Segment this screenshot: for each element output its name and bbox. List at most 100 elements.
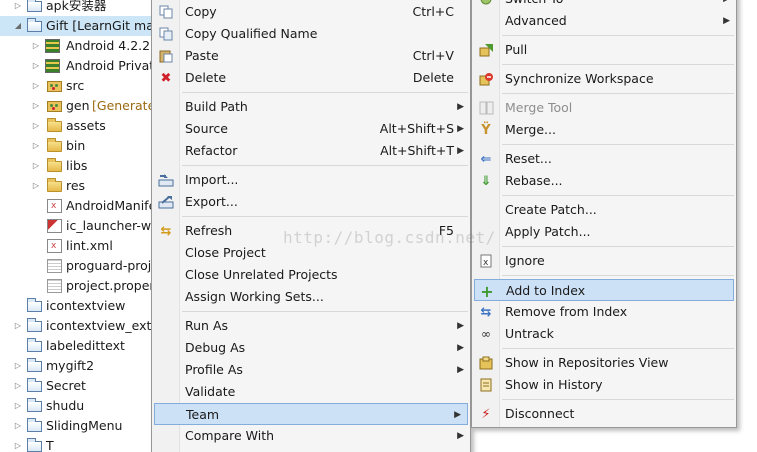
tree-item-label: labeledittext [46, 338, 125, 353]
submenu-arrow-icon: ▶ [457, 321, 464, 331]
tree-item-gift-project[interactable]: ◢ Gift [LearnGit mas [0, 16, 160, 36]
menu-item-apply-patch[interactable]: Apply Patch... [472, 221, 736, 243]
menu-item-create-patch[interactable]: Create Patch... [472, 199, 736, 221]
expand-arrow-icon[interactable]: ▷ [13, 436, 23, 452]
menu-item-run-as[interactable]: Run As ▶ [152, 315, 470, 337]
tree-item-res[interactable]: ▷ res [0, 176, 160, 196]
expand-arrow-icon[interactable]: ▷ [13, 396, 23, 416]
tree-item-icontextview-ext[interactable]: ▷ icontextview_ext [0, 316, 160, 336]
menu-item-add-to-index[interactable]: + Add to Index [474, 279, 734, 301]
menu-item-ignore[interactable]: x Ignore [472, 250, 736, 272]
menu-separator [182, 165, 468, 166]
menu-item-build-path[interactable]: Build Path ▶ [152, 96, 470, 118]
menu-separator [502, 246, 734, 247]
menu-item-merge-tool[interactable]: Merge Tool [472, 97, 736, 119]
tree-item-slidingmenu[interactable]: ▷ SlidingMenu [0, 416, 160, 436]
xml-file-icon [47, 236, 62, 256]
menu-item-show-in-history[interactable]: Show in History [472, 374, 736, 396]
menu-item-import[interactable]: Import... [152, 169, 470, 191]
expand-arrow-icon[interactable]: ▷ [13, 356, 23, 376]
tree-item-icontextview[interactable]: icontextview [0, 296, 160, 316]
context-menu: Copy Ctrl+C Copy Qualified Name Paste Ct… [151, 0, 471, 452]
expand-arrow-icon[interactable]: ▷ [13, 376, 23, 396]
tree-item-mygift2[interactable]: ▷ mygift2 [0, 356, 160, 376]
collapse-arrow-icon[interactable]: ◢ [13, 16, 23, 36]
tree-item-project-properties[interactable]: project.proper [0, 276, 160, 296]
tree-item-bin[interactable]: ▷ bin [0, 136, 160, 156]
expand-arrow-icon[interactable]: ▷ [31, 136, 41, 156]
repositories-icon [478, 356, 494, 371]
tree-item-label: res [66, 178, 86, 193]
menu-item-remove-from-index[interactable]: ⇆ Remove from Index [472, 301, 736, 323]
project-icon [27, 418, 42, 432]
menu-item-rebase[interactable]: ⇓ Rebase... [472, 170, 736, 192]
menu-item-delete[interactable]: ✖ Delete Delete [152, 67, 470, 89]
untrack-icon: ∞ [481, 327, 491, 341]
tree-item-lint-xml[interactable]: lint.xml [0, 236, 160, 256]
expand-arrow-icon[interactable]: ▷ [13, 416, 23, 436]
menu-item-reset[interactable]: ⇐ Reset... [472, 148, 736, 170]
submenu-arrow-icon: ▶ [457, 431, 464, 441]
tree-item-label: libs [66, 158, 88, 173]
project-icon [27, 338, 42, 352]
tree-item-assets[interactable]: ▷ assets [0, 116, 160, 136]
tree-item-t[interactable]: ▷ T [0, 436, 160, 452]
menu-item-copy[interactable]: Copy Ctrl+C [152, 1, 470, 23]
tree-item-android-lib[interactable]: ▷ Android 4.2.2 [0, 36, 160, 56]
source-folder-icon [47, 101, 62, 112]
merge-tool-icon [478, 101, 494, 116]
expand-arrow-icon[interactable]: ▷ [31, 36, 41, 56]
menu-item-source[interactable]: Source Alt+Shift+S ▶ [152, 118, 470, 140]
menu-separator [182, 311, 468, 312]
menu-item-team[interactable]: Team ▶ [154, 403, 468, 425]
menu-item-untrack[interactable]: ∞ Untrack [472, 323, 736, 345]
tree-item-secret[interactable]: ▷ Secret [0, 376, 160, 396]
menu-item-profile-as[interactable]: Profile As ▶ [152, 359, 470, 381]
expand-arrow-icon[interactable]: ▷ [31, 156, 41, 176]
expand-arrow-icon[interactable]: ▷ [31, 76, 41, 96]
expand-arrow-icon[interactable]: ▷ [31, 96, 41, 116]
expand-arrow-icon[interactable]: ▷ [31, 116, 41, 136]
tree-item-label: src [66, 78, 85, 93]
menu-item-disconnect[interactable]: ⚡ Disconnect [472, 403, 736, 425]
tree-item-label: Secret [46, 378, 86, 393]
menu-item-validate[interactable]: Validate [152, 381, 470, 403]
menu-item-export[interactable]: Export... [152, 191, 470, 213]
tree-item-labeledittext[interactable]: labeledittext [0, 336, 160, 356]
menu-item-pull[interactable]: Pull [472, 39, 736, 61]
pull-icon [478, 43, 494, 58]
menu-item-refactor[interactable]: Refactor Alt+Shift+T ▶ [152, 140, 470, 162]
tree-item-shudu[interactable]: ▷ shudu [0, 396, 160, 416]
submenu-arrow-icon: ▶ [457, 102, 464, 112]
expand-arrow-icon[interactable]: ▷ [31, 176, 41, 196]
tree-item-ic-launcher[interactable]: ic_launcher-we [0, 216, 160, 236]
tree-item-label: shudu [46, 398, 85, 413]
merge-icon: Ÿ [481, 123, 491, 138]
tree-item-android-manifest[interactable]: AndroidManife [0, 196, 160, 216]
menu-separator [502, 144, 734, 145]
menu-item-merge[interactable]: Ÿ Merge... [472, 119, 736, 141]
menu-item-close-unrelated-projects[interactable]: Close Unrelated Projects [152, 264, 470, 286]
menu-item-debug-as[interactable]: Debug As ▶ [152, 337, 470, 359]
tree-item-apk-installer[interactable]: ▷ apk安装器 [0, 0, 160, 16]
tree-item-proguard[interactable]: proguard-proj [0, 256, 160, 276]
expand-arrow-icon[interactable]: ▷ [13, 0, 23, 16]
expand-arrow-icon[interactable]: ▷ [31, 56, 41, 76]
expand-arrow-icon[interactable]: ▷ [13, 316, 23, 336]
copy-qualified-icon [158, 27, 174, 42]
menu-item-copy-qualified-name[interactable]: Copy Qualified Name [152, 23, 470, 45]
menu-item-compare-with[interactable]: Compare With ▶ [152, 425, 470, 447]
tree-item-libs[interactable]: ▷ libs [0, 156, 160, 176]
menu-item-show-in-repositories-view[interactable]: Show in Repositories View [472, 352, 736, 374]
menu-item-synchronize-workspace[interactable]: Synchronize Workspace [472, 68, 736, 90]
tree-item-src[interactable]: ▷ src [0, 76, 160, 96]
menu-separator [502, 399, 734, 400]
ignore-icon: x [478, 254, 494, 269]
tree-item-label: T [46, 438, 54, 452]
tree-item-android-private-lib[interactable]: ▷ Android Private [0, 56, 160, 76]
tree-item-gen[interactable]: ▷ gen [Generated [0, 96, 160, 116]
menu-item-assign-working-sets[interactable]: Assign Working Sets... [152, 286, 470, 308]
menu-item-paste[interactable]: Paste Ctrl+V [152, 45, 470, 67]
menu-item-advanced[interactable]: Advanced ▶ [472, 10, 736, 32]
menu-item-switch-to[interactable]: Switch To ▶ [472, 0, 736, 10]
